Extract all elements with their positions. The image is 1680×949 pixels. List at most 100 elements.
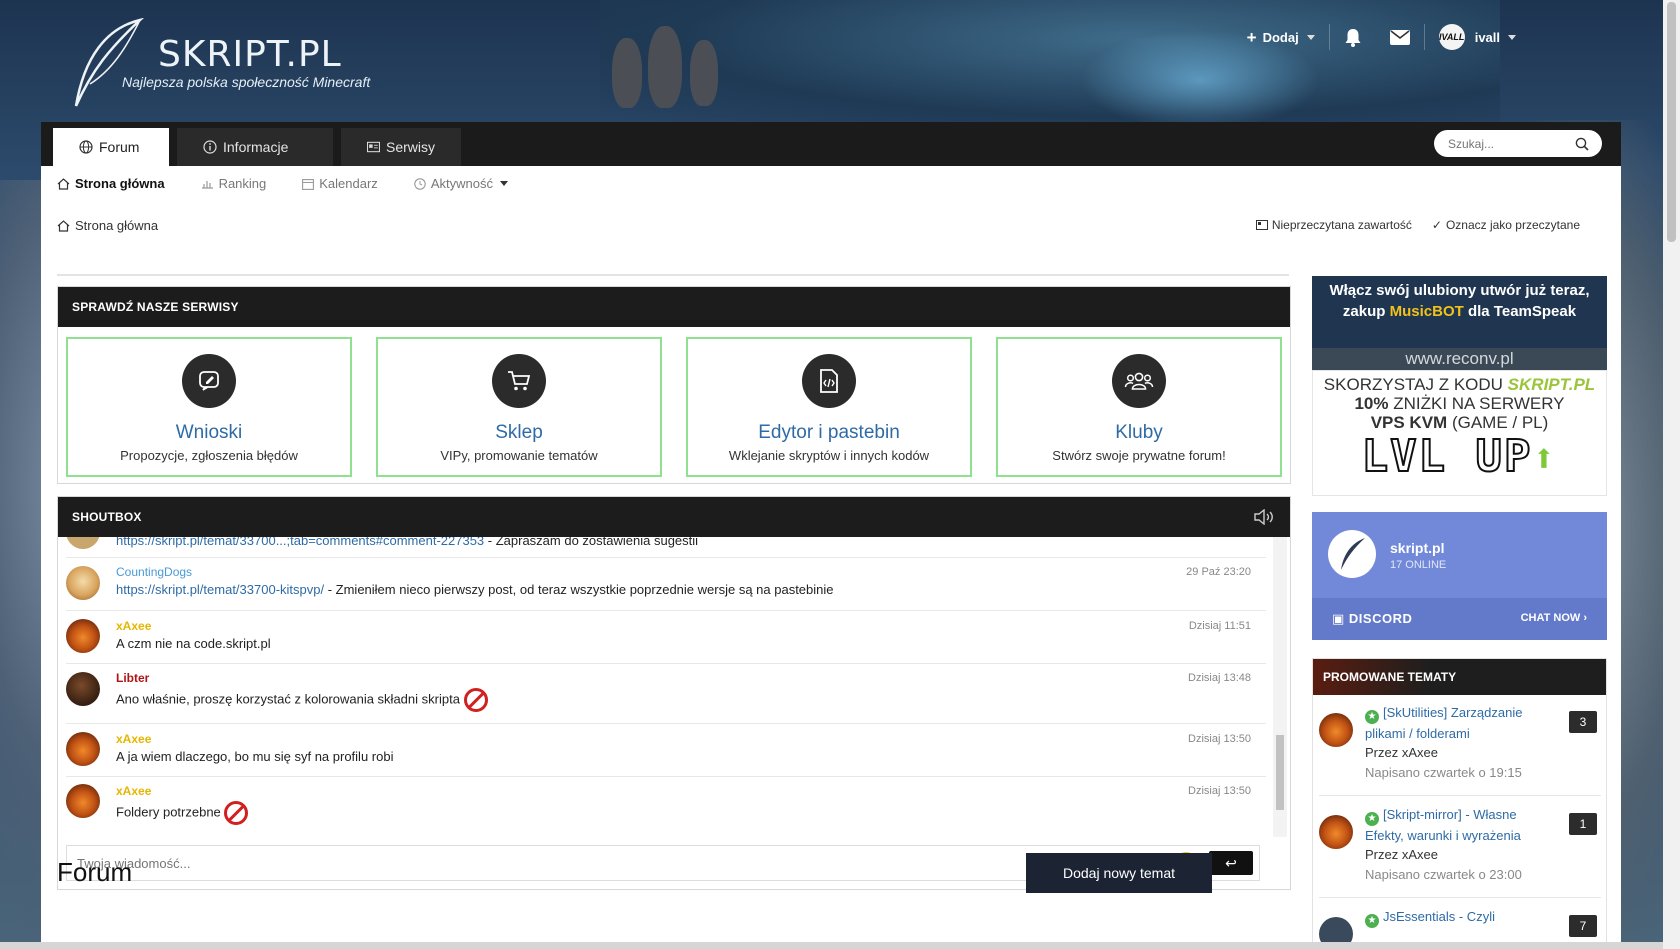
subnav-label: Strona główna xyxy=(75,176,165,191)
new-topic-button[interactable]: Dodaj nowy temat xyxy=(1026,853,1212,893)
message-username[interactable]: xAxee xyxy=(116,784,151,798)
message-text: A czm nie na code.skript.pl xyxy=(116,636,271,651)
chevron-down-icon xyxy=(499,181,508,186)
home-icon xyxy=(57,177,70,190)
code-file-icon xyxy=(802,354,856,408)
lvlup-logo: LVL UP⬆ xyxy=(1361,431,1558,483)
message-link[interactable]: https://skript.pl/temat/33700...;tab=com… xyxy=(116,537,484,548)
musicbot-url[interactable]: www.reconv.pl xyxy=(1312,348,1607,370)
banner-text: Włącz swój ulubiony utwór już teraz, xyxy=(1329,282,1590,299)
tab-serwisy[interactable]: Serwisy xyxy=(341,128,461,166)
breadcrumb-actions: Nieprzeczytana zawartość ✓ Oznacz jako p… xyxy=(1255,218,1580,232)
volume-icon[interactable] xyxy=(1254,509,1276,525)
service-card-edytor[interactable]: Edytor i pastebin Wklejanie skryptów i i… xyxy=(686,337,972,477)
user-bar: + Dodaj IVALL ivall xyxy=(1233,24,1530,50)
topic-title[interactable]: ★ [Skript-mirror] - Własne Efekty, warunk… xyxy=(1365,805,1545,846)
shoutbox-messages: https://skript.pl/temat/33700...;tab=com… xyxy=(58,537,1278,837)
message-username[interactable]: xAxee xyxy=(116,619,151,633)
star-icon: ★ xyxy=(1365,914,1379,928)
chat-now-button[interactable]: CHAT NOW › xyxy=(1521,612,1587,624)
list-item[interactable]: ★ [SkUtilities] Zarządzanie plikami / fol… xyxy=(1319,703,1601,796)
avatar xyxy=(66,784,100,818)
messages-button[interactable] xyxy=(1376,24,1424,50)
subnav-ranking[interactable]: Ranking xyxy=(201,176,267,191)
horizontal-scrollbar[interactable] xyxy=(0,942,1663,949)
service-title: Wnioski xyxy=(175,422,243,443)
topic-author: Przez xAxee xyxy=(1365,847,1438,862)
list-item: Libter Ano właśnie, proszę korzystać z k… xyxy=(66,663,1266,724)
quill-icon xyxy=(74,18,144,107)
search-icon[interactable] xyxy=(1575,137,1589,151)
page-scrollbar[interactable] xyxy=(1663,0,1680,949)
scrollbar-thumb[interactable] xyxy=(1667,2,1676,242)
shoutbox-input[interactable] xyxy=(75,854,979,872)
search-box xyxy=(1434,130,1602,157)
breadcrumb[interactable]: Strona główna xyxy=(57,218,158,233)
message-time: Dzisiaj 13:48 xyxy=(1188,672,1251,684)
topic-title[interactable]: ★ [SkUtilities] Zarządzanie plikami / fol… xyxy=(1365,703,1545,744)
subnav-home[interactable]: Strona główna xyxy=(57,176,165,191)
message-text: https://skript.pl/temat/33700-kitspvp/ -… xyxy=(116,582,834,597)
banner-text: 10% ZNIŻKI NA SERWERY xyxy=(1354,394,1565,413)
message-username[interactable]: CountingDogs xyxy=(116,565,192,579)
calendar-icon xyxy=(302,178,315,190)
avatar xyxy=(66,537,100,549)
users-icon xyxy=(1112,354,1166,408)
reply-count: 3 xyxy=(1569,711,1597,733)
discord-brand: ▣ DISCORD xyxy=(1332,611,1413,626)
newspaper-icon xyxy=(1255,220,1268,230)
topic-title[interactable]: ★ JsEssentials - Czyli xyxy=(1365,907,1545,928)
message-username[interactable]: xAxee xyxy=(116,732,151,746)
service-card-sklep[interactable]: Sklep VIPy, promowanie tematów xyxy=(376,337,662,477)
service-desc: Stwórz swoje prywatne forum! xyxy=(1052,448,1226,463)
musicbot-banner[interactable]: Włącz swój ulubiony utwór już teraz, zak… xyxy=(1312,276,1607,348)
service-desc: Wklejanie skryptów i innych kodów xyxy=(728,448,930,463)
reply-count: 7 xyxy=(1569,915,1597,937)
tab-forum[interactable]: Forum xyxy=(53,128,169,166)
message-body: - Zmieniłem nieco pierwszy post, od tera… xyxy=(324,582,834,597)
shoutbox-scrollbar[interactable] xyxy=(1273,537,1287,837)
bell-icon xyxy=(1345,28,1361,47)
notifications-button[interactable] xyxy=(1330,24,1376,50)
avatar xyxy=(66,566,100,600)
discord-server-name: skript.pl xyxy=(1390,540,1445,556)
scrollbar-thumb[interactable] xyxy=(1276,735,1284,810)
subnav-calendar[interactable]: Kalendarz xyxy=(302,176,378,191)
tab-label: Forum xyxy=(99,139,140,155)
services-title: SPRAWDŹ NASZE SERWISY xyxy=(58,287,1290,327)
tab-informacje[interactable]: Informacje xyxy=(177,128,333,166)
mark-read-link[interactable]: ✓ Oznacz jako przeczytane xyxy=(1432,218,1580,232)
star-icon: ★ xyxy=(1365,710,1379,724)
service-desc: Propozycje, zgłoszenia błędów xyxy=(120,448,298,463)
id-card-icon xyxy=(367,141,380,153)
message-link[interactable]: https://skript.pl/temat/33700-kitspvp/ xyxy=(116,582,324,597)
avatar xyxy=(1319,713,1353,747)
service-card-kluby[interactable]: Kluby Stwórz swoje prywatne forum! xyxy=(996,337,1282,477)
discord-widget: skript.pl 17 ONLINE ▣ DISCORD CHAT NOW › xyxy=(1312,512,1607,640)
message-time: 29 Paź 23:20 xyxy=(1186,566,1251,578)
home-icon xyxy=(57,219,70,232)
subnav-activity[interactable]: Aktywność xyxy=(414,176,508,191)
avatar xyxy=(66,619,100,653)
unread-content-link[interactable]: Nieprzeczytana zawartość xyxy=(1255,218,1412,232)
message-text: A ja wiem dlaczego, bo mu się syf na pro… xyxy=(116,749,394,764)
topic-date: Napisano czwartek o 19:15 xyxy=(1365,765,1522,780)
list-item[interactable]: ★ [Skript-mirror] - Własne Efekty, warunk… xyxy=(1319,805,1601,898)
message-time: Dzisiaj 11:51 xyxy=(1188,620,1251,632)
topic-date: Napisano czwartek o 23:00 xyxy=(1365,867,1522,882)
user-menu[interactable]: IVALL ivall xyxy=(1425,24,1530,50)
service-card-wnioski[interactable]: Wnioski Propozycje, zgłoszenia błędów xyxy=(66,337,352,477)
avatar xyxy=(66,672,100,706)
add-button[interactable]: + Dodaj xyxy=(1233,24,1329,50)
subnav-label: Ranking xyxy=(218,176,267,191)
search-input[interactable] xyxy=(1446,135,1575,152)
lvlup-banner[interactable]: SKORZYSTAJ Z KODU SKRIPT.PL 10% ZNIŻKI N… xyxy=(1312,370,1607,496)
message-username[interactable]: Libter xyxy=(116,671,149,685)
message-body: Ano właśnie, proszę korzystać z kolorowa… xyxy=(116,691,460,707)
site-logo[interactable]: SKRIPT.PL Najlepsza polska społeczność M… xyxy=(66,18,396,113)
list-item: xAxee A ja wiem dlaczego, bo mu się syf … xyxy=(66,723,1266,777)
discord-bar: ▣ DISCORD CHAT NOW › xyxy=(1312,598,1607,640)
banner-text: SKORZYSTAJ Z KODU SKRIPT.PL xyxy=(1323,375,1596,394)
list-item: CountingDogs https://skript.pl/temat/337… xyxy=(66,557,1266,611)
send-button[interactable]: ↩ xyxy=(1209,851,1253,875)
